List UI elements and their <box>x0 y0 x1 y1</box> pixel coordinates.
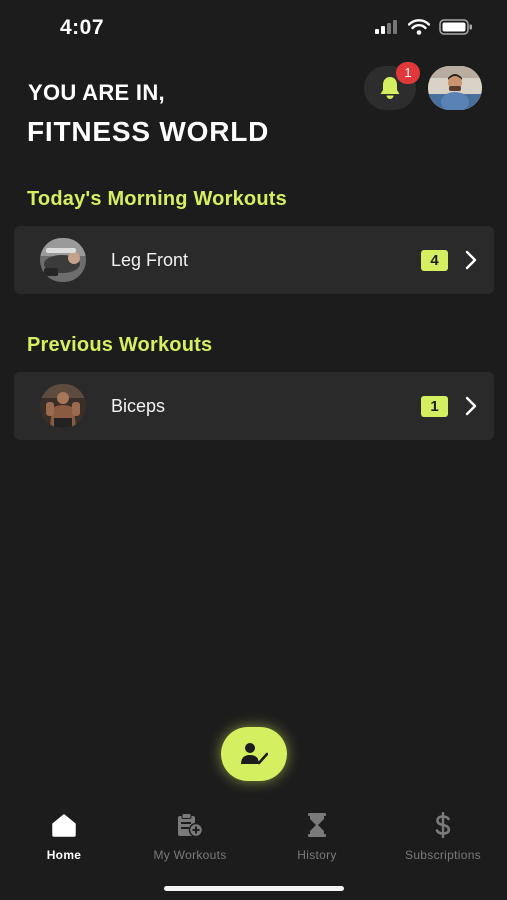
leg-front-image <box>40 238 86 282</box>
wifi-icon <box>408 19 430 35</box>
workout-name: Leg Front <box>111 250 189 270</box>
hourglass-icon <box>308 813 326 837</box>
home-indicator <box>164 886 344 891</box>
workout-thumbnail <box>40 238 86 282</box>
tab-label: My Workouts <box>153 848 227 862</box>
workout-card-biceps[interactable]: Biceps 1 <box>14 372 494 440</box>
chevron-right-icon <box>465 396 477 416</box>
status-bar: 4:07 <box>0 0 507 56</box>
tab-home[interactable]: Home <box>4 810 124 862</box>
workout-count-badge: 4 <box>421 250 448 271</box>
greeting-line-1: YOU ARE IN, <box>28 80 165 105</box>
workout-name: Biceps <box>111 396 166 416</box>
workout-card-leg-front[interactable]: Leg Front 4 <box>14 226 494 294</box>
tab-label: Subscriptions <box>405 848 481 862</box>
section-title-today: Today's Morning Workouts <box>27 188 287 210</box>
home-icon <box>52 814 76 837</box>
greeting-line-2: FITNESS WORLD <box>27 116 270 147</box>
status-icons <box>375 19 473 35</box>
workout-thumbnail <box>40 384 86 428</box>
status-time: 4:07 <box>60 16 105 39</box>
workout-count-badge: 1 <box>421 396 448 417</box>
bottom-tab-bar: Home My Workouts History Subscriptions <box>0 810 507 870</box>
profile-avatar[interactable] <box>428 66 482 110</box>
chevron-right-icon <box>465 250 477 270</box>
battery-icon <box>439 19 472 35</box>
start-workout-fab[interactable] <box>221 727 287 781</box>
dollar-icon <box>435 812 451 838</box>
tab-history[interactable]: History <box>257 810 377 862</box>
biceps-image <box>40 384 86 428</box>
cellular-signal-icon <box>375 20 397 34</box>
tab-label: Home <box>46 848 82 862</box>
trainer-check-icon <box>241 743 268 765</box>
clipboard-add-icon <box>178 813 204 838</box>
section-title-previous: Previous Workouts <box>27 334 213 356</box>
tab-label: History <box>297 848 337 862</box>
notification-badge: 1 <box>396 62 420 84</box>
tab-my-workouts[interactable]: My Workouts <box>130 810 250 862</box>
tab-subscriptions[interactable]: Subscriptions <box>383 810 503 862</box>
profile-photo <box>428 66 482 110</box>
